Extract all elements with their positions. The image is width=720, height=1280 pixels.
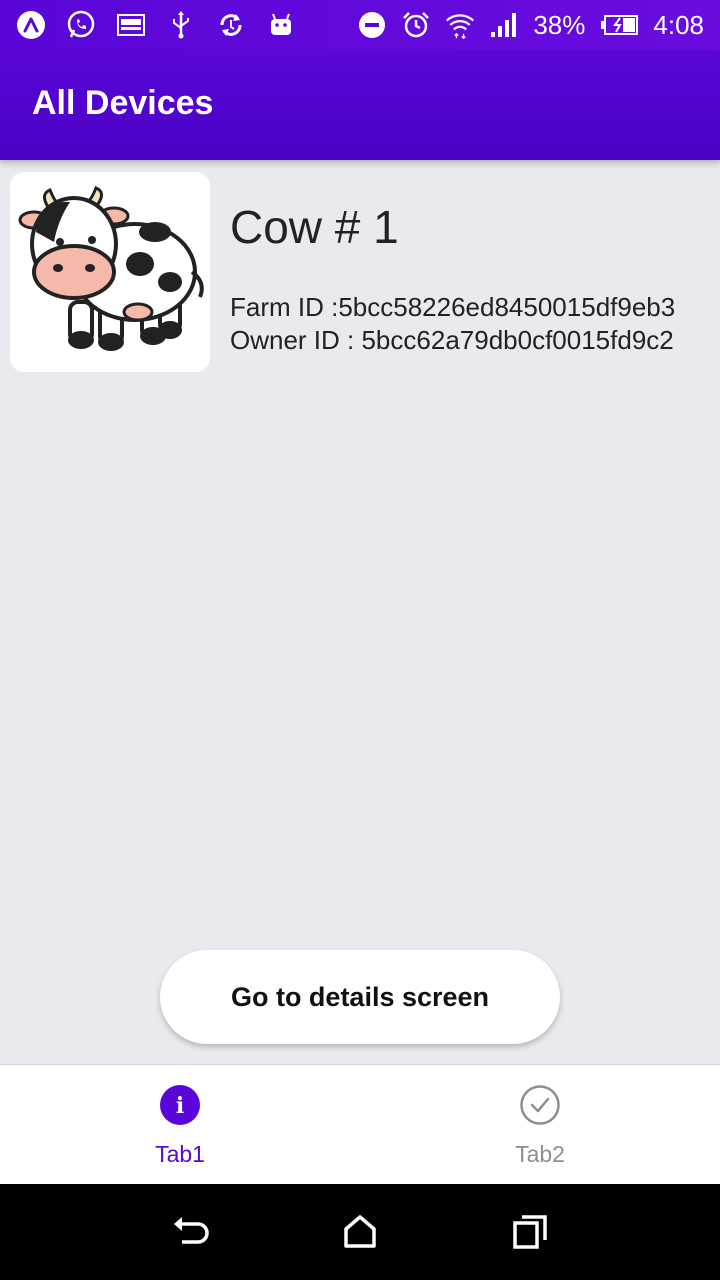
wifi-icon [445,10,475,40]
home-icon[interactable] [340,1212,380,1252]
cow-image [10,172,210,372]
system-nav-bar [0,1184,720,1280]
sync-icon [216,10,246,40]
status-bar: 38% 4:08 [0,0,720,50]
battery-icon [599,10,639,40]
info-icon: i [160,1085,200,1125]
owner-id: Owner ID : 5bcc62a79db0cf0015fd9c2 [230,325,674,355]
gallery-icon [116,10,146,40]
tab-tab2[interactable]: Tab2 [360,1065,720,1185]
do-not-disturb-icon [357,10,387,40]
app-bar: All Devices [0,50,720,160]
page-title: All Devices [32,84,214,122]
farm-id: Farm ID :5bcc58226ed8450015df9eb3 [230,292,676,322]
usb-icon [166,10,196,40]
tab-tab1[interactable]: i Tab1 [0,1065,360,1185]
device-list-item[interactable]: Cow # 1 Farm ID :5bcc58226ed8450015df9eb… [0,160,720,382]
whatsapp-icon [66,10,96,40]
device-name: Cow # 1 [230,201,399,253]
battery-percent: 38% [533,9,586,40]
tab-bar: i Tab1 Tab2 [0,1064,720,1184]
go-to-details-button[interactable]: Go to details screen [160,950,560,1044]
back-icon[interactable] [170,1212,210,1252]
check-circle-icon [520,1085,560,1125]
alarm-icon [401,10,431,40]
tab-label: Tab2 [515,1141,565,1167]
recents-icon[interactable] [510,1212,550,1252]
expo-icon [16,10,46,40]
svg-text:i: i [176,1093,184,1119]
android-icon [266,10,296,40]
tab-label: Tab1 [155,1141,205,1167]
signal-icon [489,10,519,40]
status-time: 4:08 [653,9,704,40]
